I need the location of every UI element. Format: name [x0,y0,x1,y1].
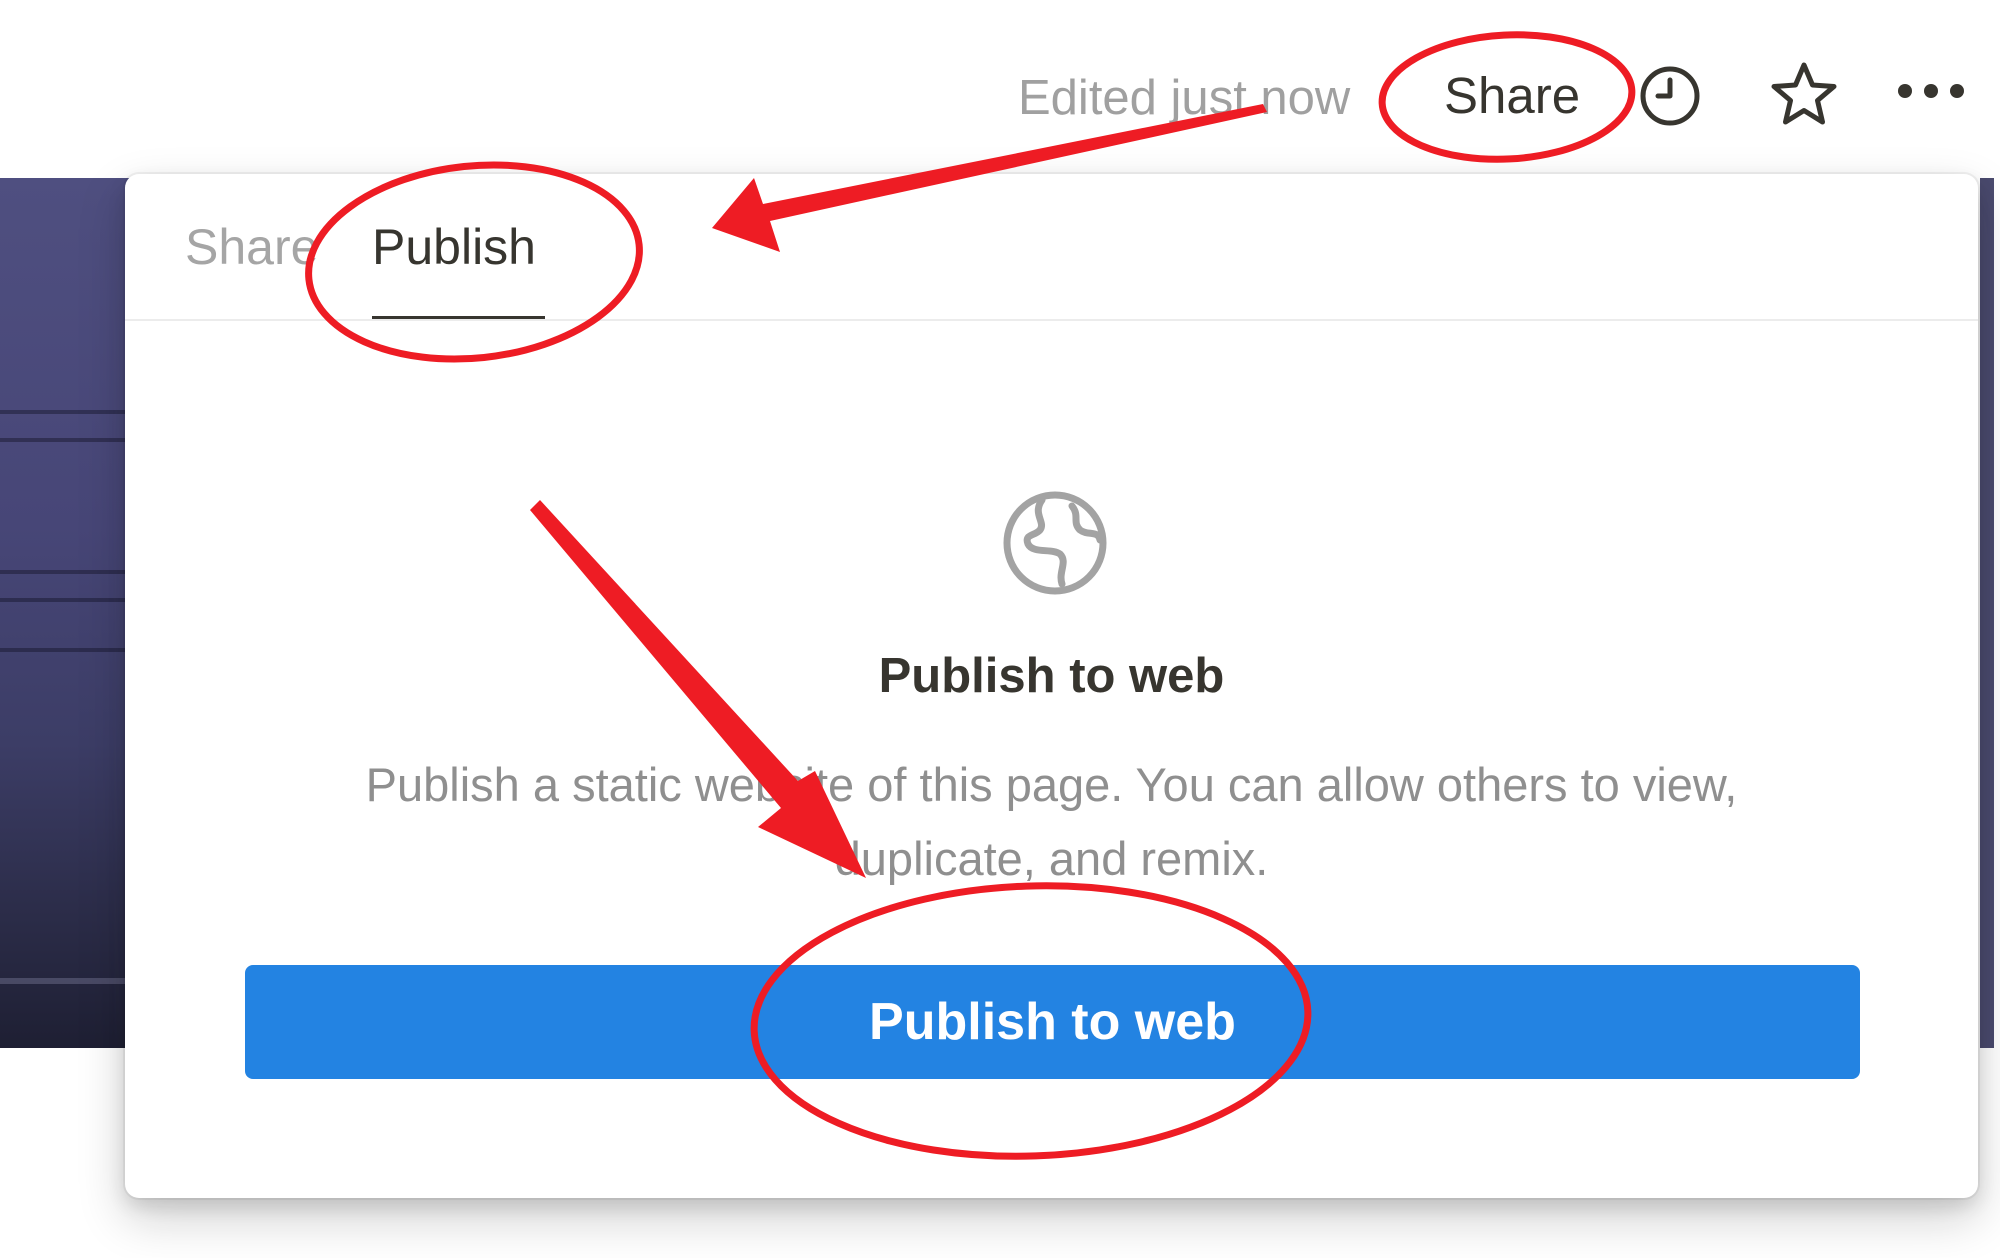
globe-icon [1003,491,1107,595]
popover-tabs: Share Publish [125,174,1978,321]
favorite-star-icon[interactable] [1770,60,1838,128]
tab-share[interactable]: Share [185,218,318,276]
top-bar: Edited just now Share [0,0,2000,178]
page-cover-image [0,178,135,1048]
more-options-icon[interactable] [1894,80,1968,102]
edited-status: Edited just now [1018,71,1351,125]
publish-heading: Publish to web [878,649,1225,703]
share-popover: Share Publish Publish to web Publish a s… [125,174,1978,1198]
publish-to-web-button[interactable]: Publish to web [245,965,1860,1079]
page-cover-edge [1980,178,1994,1048]
share-button[interactable]: Share [1444,66,1580,125]
active-tab-indicator [372,316,545,319]
history-clock-icon[interactable] [1638,64,1702,128]
publish-description: Publish a static website of this page. Y… [365,758,1738,885]
tab-publish[interactable]: Publish [372,218,536,276]
